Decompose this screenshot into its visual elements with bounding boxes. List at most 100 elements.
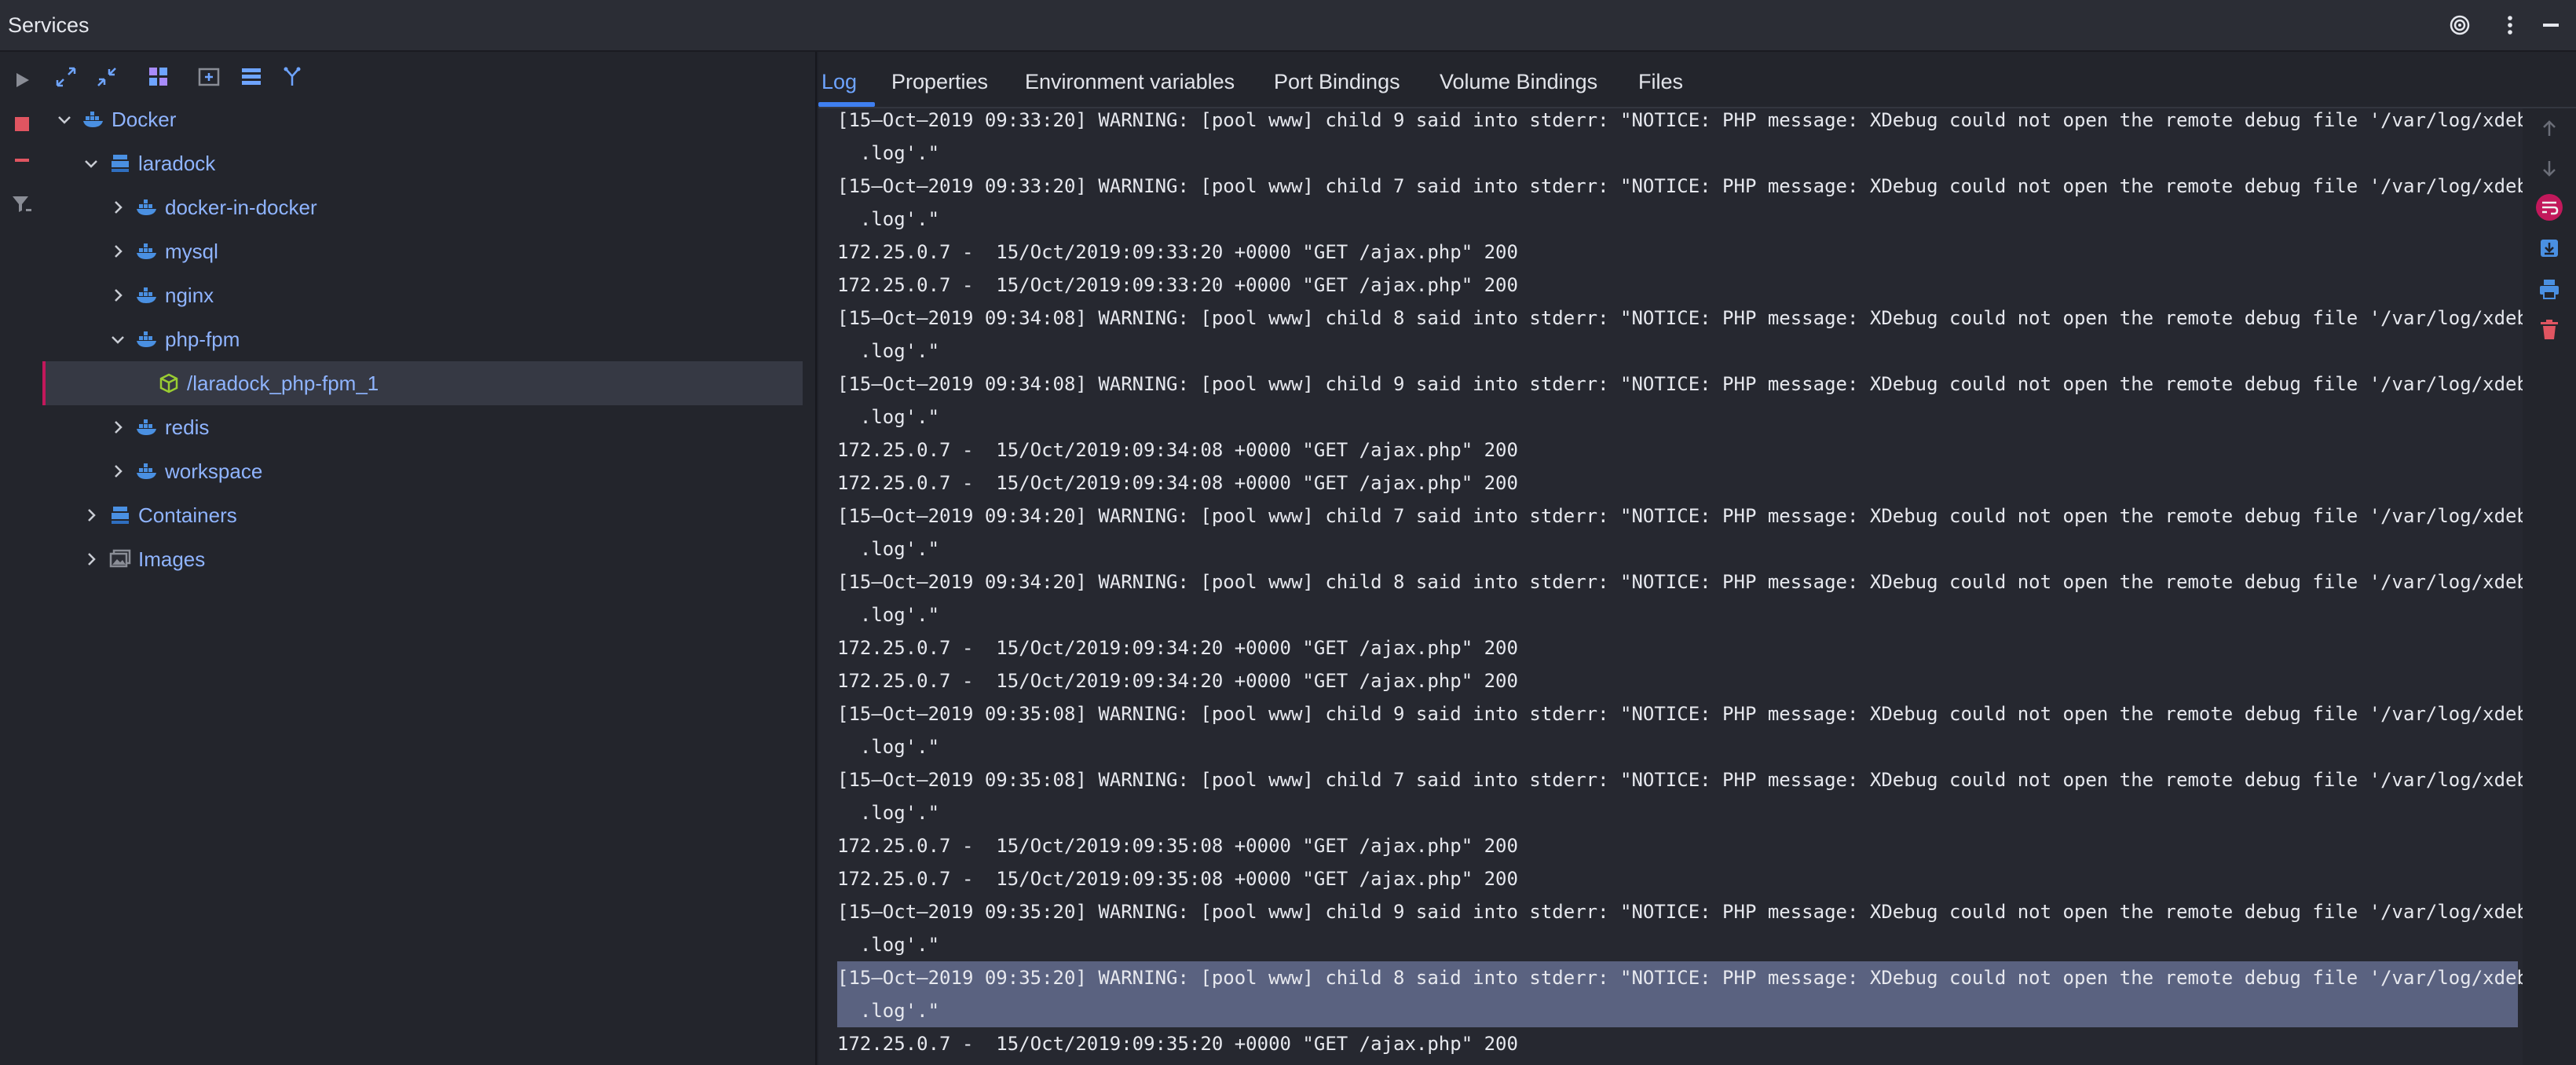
- tree-node-docker[interactable]: Docker: [42, 97, 803, 141]
- docker-icon: [135, 196, 159, 219]
- chevron-down-icon[interactable]: [53, 108, 75, 130]
- log-line[interactable]: [15–Oct–2019 09:34:20] WARNING: [pool ww…: [837, 500, 2523, 532]
- tree-node-laradock[interactable]: laradock: [42, 141, 803, 185]
- tree-node-images[interactable]: Images: [42, 537, 803, 581]
- tree-node-label: nginx: [165, 283, 214, 307]
- container-icon: [157, 371, 181, 395]
- new-service-icon[interactable]: [193, 61, 225, 93]
- tree-node-mysql[interactable]: mysql: [42, 229, 803, 273]
- services-tool-window: Services Docker laradock docker-in-docke…: [0, 0, 2576, 1065]
- down-arrow-icon[interactable]: [2535, 154, 2563, 182]
- chevron-right-icon[interactable]: [80, 548, 102, 570]
- tree-node-label: workspace: [165, 459, 263, 483]
- log-line[interactable]: .log'.": [837, 203, 2518, 236]
- title-bar: Services: [0, 0, 2576, 52]
- stop-icon[interactable]: [8, 110, 36, 138]
- services-tree-pane: Docker laradock docker-in-docker mysql n…: [0, 52, 817, 1065]
- log-line[interactable]: .log'.": [837, 401, 2518, 434]
- log-line[interactable]: [15–Oct–2019 09:33:20] WARNING: [pool ww…: [837, 108, 2523, 137]
- up-arrow-icon[interactable]: [2535, 115, 2563, 143]
- tree-node-label: redis: [165, 415, 210, 439]
- docker-icon: [135, 328, 159, 351]
- log-line-selected[interactable]: .log'.": [837, 994, 2518, 1027]
- chevron-down-icon[interactable]: [107, 328, 129, 350]
- tree-node-label: php-fpm: [165, 327, 240, 351]
- docker-icon: [135, 240, 159, 263]
- scroll-to-end-icon[interactable]: [2535, 234, 2563, 262]
- tree-node-label: Docker: [112, 107, 177, 131]
- chevron-right-icon[interactable]: [107, 284, 129, 306]
- tab-properties[interactable]: Properties: [891, 52, 988, 107]
- expand-all-icon[interactable]: [50, 61, 82, 93]
- log-line[interactable]: .log'.": [837, 796, 2518, 829]
- log-line[interactable]: 172.25.0.7 - 15/Oct/2019:09:33:20 +0000 …: [837, 269, 2518, 302]
- log-line[interactable]: 172.25.0.7 - 15/Oct/2019:09:35:08 +0000 …: [837, 862, 2518, 895]
- tree-node-label: Images: [138, 547, 206, 571]
- images-icon: [108, 547, 132, 571]
- log-line[interactable]: 172.25.0.7 - 15/Oct/2019:09:35:08 +0000 …: [837, 829, 2518, 862]
- run-icon[interactable]: [8, 66, 36, 94]
- minimize-icon[interactable]: [2537, 11, 2565, 39]
- tree-node-label: Containers: [138, 503, 237, 527]
- tab-environment-variables[interactable]: Environment variables: [1025, 52, 1235, 107]
- tab-files[interactable]: Files: [1638, 52, 1683, 107]
- services-vertical-toolbar: [0, 52, 42, 1065]
- log-line[interactable]: 172.25.0.7 - 15/Oct/2019:09:34:20 +0000 …: [837, 664, 2518, 697]
- log-line[interactable]: [15–Oct–2019 09:33:20] WARNING: [pool ww…: [837, 170, 2523, 203]
- docker-icon: [135, 284, 159, 307]
- chevron-down-icon[interactable]: [80, 152, 102, 174]
- log-line[interactable]: [15–Oct–2019 09:34:08] WARNING: [pool ww…: [837, 368, 2523, 401]
- details-pane: Log Properties Environment variables Por…: [818, 52, 2576, 1065]
- chevron-right-icon[interactable]: [107, 460, 129, 482]
- tab-volume-bindings[interactable]: Volume Bindings: [1440, 52, 1597, 107]
- tree-node-containers[interactable]: Containers: [42, 493, 803, 537]
- chevron-right-icon[interactable]: [107, 240, 129, 262]
- log-line[interactable]: .log'.": [837, 532, 2518, 565]
- remove-icon[interactable]: [8, 146, 36, 174]
- log-line[interactable]: .log'.": [837, 335, 2518, 368]
- tree-node-workspace[interactable]: workspace: [42, 449, 803, 493]
- log-line[interactable]: 172.25.0.7 - 15/Oct/2019:09:35:20 +0000 …: [837, 1027, 2518, 1060]
- log-line[interactable]: .log'.": [837, 137, 2518, 170]
- target-icon[interactable]: [2446, 11, 2474, 39]
- log-line[interactable]: [15–Oct–2019 09:35:08] WARNING: [pool ww…: [837, 763, 2523, 796]
- active-tab-indicator: [818, 102, 875, 107]
- tree-node-redis[interactable]: redis: [42, 405, 803, 449]
- clear-all-icon[interactable]: [2535, 316, 2563, 344]
- layout-icon[interactable]: [236, 61, 267, 93]
- filter-icon[interactable]: [8, 190, 36, 218]
- log-line[interactable]: .log'.": [837, 730, 2518, 763]
- chevron-right-icon[interactable]: [107, 416, 129, 438]
- group-by-icon[interactable]: [143, 61, 174, 93]
- log-line[interactable]: 172.25.0.7 - 15/Oct/2019:09:33:20 +0000 …: [837, 236, 2518, 269]
- log-line[interactable]: [15–Oct–2019 09:34:20] WARNING: [pool ww…: [837, 565, 2523, 598]
- chevron-right-icon[interactable]: [107, 196, 129, 218]
- log-console[interactable]: [15–Oct–2019 09:33:20] WARNING: [pool ww…: [818, 108, 2523, 1065]
- log-line-selected[interactable]: [15–Oct–2019 09:35:20] WARNING: [pool ww…: [837, 961, 2523, 994]
- tree-node-php-fpm[interactable]: php-fpm: [42, 317, 803, 361]
- log-line[interactable]: 172.25.0.7 - 15/Oct/2019:09:34:08 +0000 …: [837, 467, 2518, 500]
- tab-port-bindings[interactable]: Port Bindings: [1274, 52, 1400, 107]
- log-line[interactable]: 172.25.0.7 - 15/Oct/2019:09:34:08 +0000 …: [837, 434, 2518, 467]
- tree-node-nginx[interactable]: nginx: [42, 273, 803, 317]
- details-tabs: Log Properties Environment variables Por…: [818, 52, 2576, 108]
- log-line[interactable]: .log'.": [837, 928, 2518, 961]
- window-title: Services: [8, 13, 90, 37]
- print-icon[interactable]: [2535, 275, 2563, 303]
- log-line[interactable]: .log'.": [837, 598, 2518, 631]
- log-line[interactable]: [15–Oct–2019 09:35:20] WARNING: [pool ww…: [837, 895, 2523, 928]
- tab-log[interactable]: Log: [821, 52, 857, 107]
- tree-node-docker-in-docker[interactable]: docker-in-docker: [42, 185, 803, 229]
- chevron-right-icon[interactable]: [80, 504, 102, 526]
- tree-node-laradock-php-fpm-1[interactable]: /laradock_php-fpm_1: [42, 361, 803, 405]
- more-vertical-icon[interactable]: [2496, 11, 2524, 39]
- tree-node-label: docker-in-docker: [165, 195, 317, 219]
- log-line[interactable]: [15–Oct–2019 09:34:08] WARNING: [pool ww…: [837, 302, 2523, 335]
- log-lines: [15–Oct–2019 09:33:20] WARNING: [pool ww…: [837, 108, 2523, 1060]
- docker-icon: [82, 108, 105, 131]
- log-line[interactable]: [15–Oct–2019 09:35:08] WARNING: [pool ww…: [837, 697, 2523, 730]
- collapse-all-icon[interactable]: [91, 61, 123, 93]
- log-line[interactable]: 172.25.0.7 - 15/Oct/2019:09:34:20 +0000 …: [837, 631, 2518, 664]
- soft-wrap-icon[interactable]: [2535, 193, 2563, 221]
- branch-icon[interactable]: [276, 61, 308, 93]
